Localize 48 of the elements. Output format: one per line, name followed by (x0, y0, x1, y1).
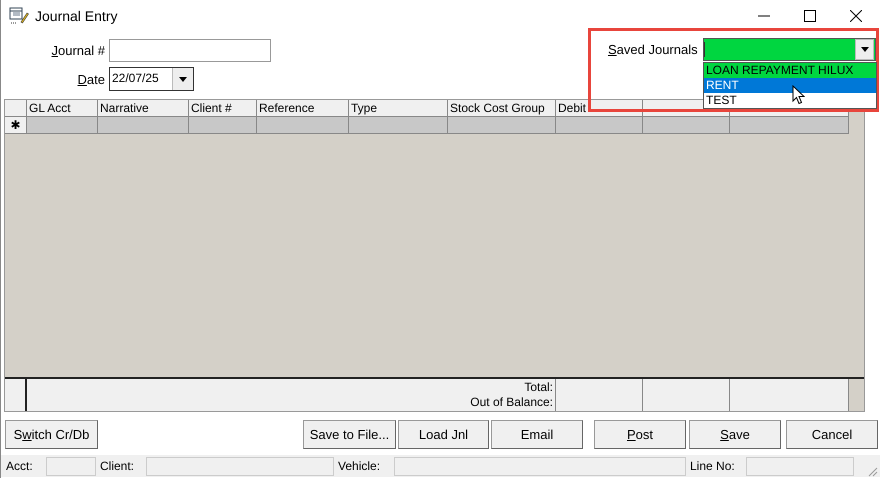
grid-cell[interactable] (556, 117, 643, 134)
journal-icon (9, 7, 29, 25)
action-button[interactable]: Post (594, 420, 686, 449)
grid-cell[interactable] (730, 117, 849, 134)
status-label: Client: (99, 458, 136, 475)
resize-grip-icon[interactable] (866, 465, 878, 477)
status-label: Vehicle: (337, 458, 382, 475)
caret-icon (860, 47, 868, 52)
action-button[interactable]: Save to File... (303, 420, 396, 449)
column-header[interactable]: Reference (257, 100, 349, 117)
grid-cell[interactable] (98, 117, 189, 134)
window-title: Journal Entry (35, 8, 118, 24)
dropdown-option[interactable]: RENT (704, 78, 876, 93)
field-label: Journal # (50, 43, 106, 58)
grid-cell[interactable] (349, 117, 448, 134)
corner-cell (5, 100, 27, 117)
action-button[interactable]: Switch Cr/Db (5, 420, 98, 449)
dropdown-option[interactable]: TEST (704, 93, 876, 108)
grid-cell[interactable] (643, 117, 730, 134)
action-button[interactable]: Cancel (786, 420, 878, 449)
column-header[interactable]: GL Acct (27, 100, 98, 117)
action-button[interactable]: Save (689, 420, 781, 449)
caret-icon (179, 76, 187, 82)
journal-number-field[interactable] (109, 39, 271, 62)
column-header[interactable]: Narrative (98, 100, 189, 117)
status-label: Acct: (5, 458, 34, 475)
column-header[interactable]: Stock Cost Group (448, 100, 556, 117)
mouse-pointer-icon (792, 85, 805, 105)
saved-journals-dropdown[interactable] (702, 38, 876, 61)
grid-cell[interactable] (448, 117, 556, 134)
field-label: Saved Journals (606, 42, 699, 57)
field-label: Date (76, 72, 106, 86)
action-button[interactable]: Email (491, 420, 583, 449)
column-header[interactable]: Type (349, 100, 448, 117)
totals-label: Total: (524, 380, 553, 395)
date-picker[interactable]: 22/07/25 (109, 67, 194, 91)
column-header[interactable]: Client # (189, 100, 257, 117)
action-button[interactable]: Load Jnl (398, 420, 489, 449)
maximize-icon[interactable] (804, 10, 816, 22)
grid-cell[interactable] (257, 117, 349, 134)
close-icon[interactable] (850, 10, 862, 22)
dropdown-option[interactable]: LOAN REPAYMENT HILUX (704, 63, 876, 78)
totals-label: Out of Balance: (470, 395, 553, 410)
new-row-marker[interactable]: ✱ (5, 117, 27, 134)
status-field (46, 456, 96, 476)
grid-cell[interactable] (27, 117, 98, 134)
grid-cell[interactable] (189, 117, 257, 134)
status-label: Line No: (689, 458, 736, 475)
